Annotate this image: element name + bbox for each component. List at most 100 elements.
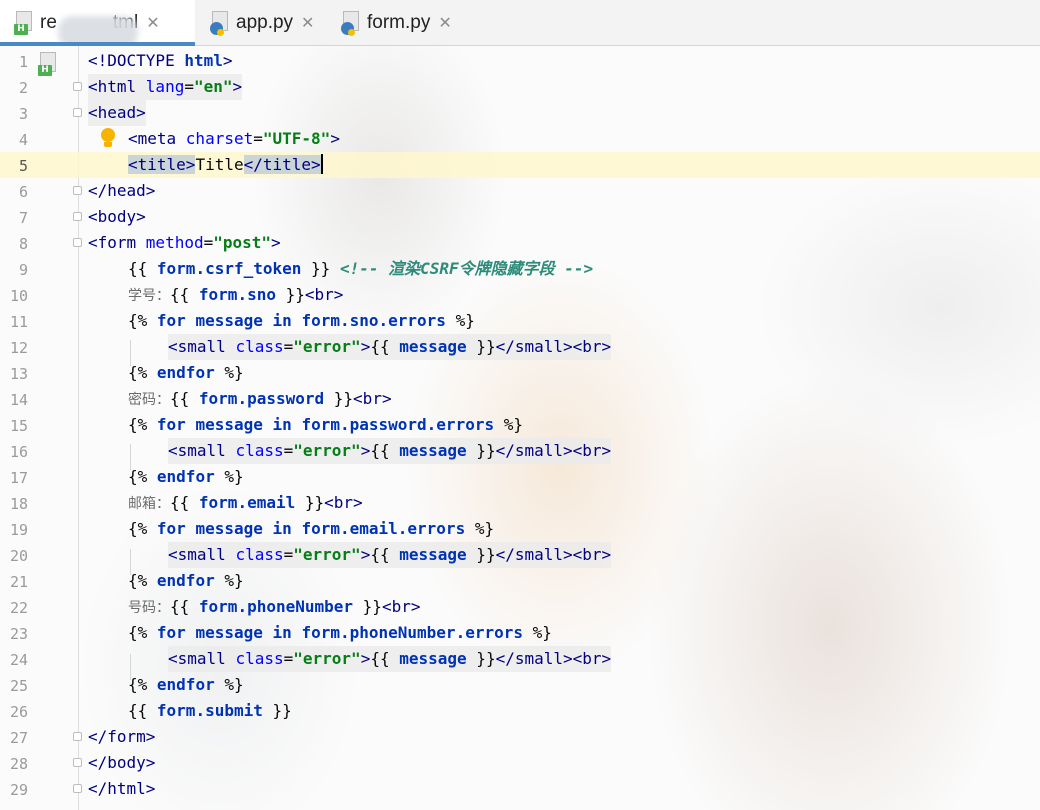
line-number: 11 [9, 313, 28, 331]
line-number: 29 [9, 781, 28, 799]
code-line[interactable]: 28 </body> [0, 750, 1040, 776]
code-line[interactable]: 2 <html lang="en"> [0, 74, 1040, 100]
code-text: 邮箱：{{ form.email }}<br> [128, 493, 363, 512]
code-text: <small class="error">{{ message }}</smal… [168, 438, 612, 464]
text-caret [320, 154, 323, 174]
line-number: 24 [9, 651, 28, 669]
html-file-icon: H [14, 10, 34, 35]
python-file-icon [210, 10, 230, 36]
code-line[interactable]: 23 {% for message in form.phoneNumber.er… [0, 620, 1040, 646]
code-text: <title>Title</title> [128, 154, 323, 174]
code-text: {% for message in form.sno.errors %} [128, 311, 475, 330]
code-line-current[interactable]: 5 <title>Title</title> [0, 152, 1040, 178]
code-line[interactable]: 21 {% endfor %} [0, 568, 1040, 594]
code-line[interactable]: 7 <body> [0, 204, 1040, 230]
code-text: <form method="post"> [88, 233, 281, 252]
code-text: <small class="error">{{ message }}</smal… [168, 334, 612, 360]
line-number: 9 [18, 261, 28, 279]
code-line[interactable]: 24 <small class="error">{{ message }}</s… [0, 646, 1040, 672]
code-text: {{ form.submit }} [128, 701, 292, 720]
code-text: 学号：{{ form.sno }}<br> [128, 285, 344, 304]
fold-marker-icon[interactable] [73, 108, 82, 117]
code-line[interactable]: 3 <head> [0, 100, 1040, 126]
line-number: 4 [18, 131, 28, 149]
tab-app-py[interactable]: app.py ✕ [196, 0, 326, 45]
code-line[interactable]: 15 {% for message in form.password.error… [0, 412, 1040, 438]
intention-bulb-icon[interactable] [100, 128, 116, 150]
code-editor[interactable]: 1 H <!DOCTYPE html> 2 <html lang="en"> 3… [0, 46, 1040, 810]
code-text: </html> [88, 779, 156, 798]
line-number: 16 [9, 443, 28, 461]
code-text: <meta charset="UTF-8"> [128, 129, 340, 148]
fold-marker-icon[interactable] [73, 186, 82, 195]
line-number: 28 [9, 755, 28, 773]
tab-close-icon[interactable]: ✕ [301, 13, 314, 32]
code-line[interactable]: 14 密码：{{ form.password }}<br> [0, 386, 1040, 412]
code-text: {% for message in form.phoneNumber.error… [128, 623, 552, 642]
code-line[interactable]: 10 学号：{{ form.sno }}<br> [0, 282, 1040, 308]
fold-marker-icon[interactable] [73, 732, 82, 741]
code-text: <head> [88, 100, 146, 126]
tab-label: form.py [367, 11, 431, 33]
code-line[interactable]: 13 {% endfor %} [0, 360, 1040, 386]
line-number: 25 [9, 677, 28, 695]
code-line[interactable]: 6 </head> [0, 178, 1040, 204]
code-line[interactable]: 8 <form method="post"> [0, 230, 1040, 256]
code-line[interactable]: 4 <meta charset="UTF-8"> [0, 126, 1040, 152]
code-text: </head> [88, 181, 156, 200]
code-text: {% endfor %} [128, 363, 244, 382]
code-line[interactable]: 26 {{ form.submit }} [0, 698, 1040, 724]
line-number: 1 [18, 53, 28, 71]
line-number: 18 [9, 495, 28, 513]
code-line[interactable]: 16 <small class="error">{{ message }}</s… [0, 438, 1040, 464]
code-line[interactable]: 29 </html> [0, 776, 1040, 802]
tab-form-py[interactable]: form.py ✕ [327, 0, 467, 45]
code-text: <body> [88, 207, 146, 226]
code-line[interactable]: 12 <small class="error">{{ message }}</s… [0, 334, 1040, 360]
editor-tab-bar: H retml ✕ app.py ✕ form.py ✕ [0, 0, 1040, 48]
code-line[interactable]: 9 {{ form.csrf_token }} <!-- 渲染CSRF令牌隐藏字… [0, 256, 1040, 282]
fold-marker-icon[interactable] [73, 238, 82, 247]
line-number: 21 [9, 573, 28, 591]
code-text: <!DOCTYPE html> [88, 51, 233, 70]
code-text: 密码：{{ form.password }}<br> [128, 389, 392, 408]
code-line[interactable]: 19 {% for message in form.email.errors %… [0, 516, 1040, 542]
code-line[interactable]: 25 {% endfor %} [0, 672, 1040, 698]
line-number: 12 [9, 339, 28, 357]
line-number: 20 [9, 547, 28, 565]
code-text: </body> [88, 753, 156, 772]
fold-marker-icon[interactable] [73, 758, 82, 767]
code-line[interactable]: 1 H <!DOCTYPE html> [0, 48, 1040, 76]
line-number: 6 [18, 183, 28, 201]
line-number: 14 [9, 391, 28, 409]
line-number: 2 [18, 79, 28, 97]
line-number: 17 [9, 469, 28, 487]
code-line[interactable]: 11 {% for message in form.sno.errors %} [0, 308, 1040, 334]
fold-marker-icon[interactable] [73, 212, 82, 221]
code-line[interactable]: 22 号码：{{ form.phoneNumber }}<br> [0, 594, 1040, 620]
line-number: 22 [9, 599, 28, 617]
code-line[interactable]: 20 <small class="error">{{ message }}</s… [0, 542, 1040, 568]
code-text: 号码：{{ form.phoneNumber }}<br> [128, 597, 421, 616]
code-text: <small class="error">{{ message }}</smal… [168, 542, 612, 568]
line-number: 7 [18, 209, 28, 227]
line-number: 10 [9, 287, 28, 305]
line-number: 23 [9, 625, 28, 643]
html-file-icon: H [38, 52, 58, 76]
tab-close-icon[interactable]: ✕ [438, 13, 451, 32]
tab-label: app.py [236, 11, 294, 33]
line-number: 27 [9, 729, 28, 747]
code-text: {{ form.csrf_token }} <!-- 渲染CSRF令牌隐藏字段 … [128, 259, 594, 278]
tab-close-icon[interactable]: ✕ [146, 13, 159, 32]
code-text: <small class="error">{{ message }}</smal… [168, 646, 612, 672]
code-line[interactable]: 18 邮箱：{{ form.email }}<br> [0, 490, 1040, 516]
code-line[interactable]: 27 </form> [0, 724, 1040, 750]
line-number: 19 [9, 521, 28, 539]
tab-register-html[interactable]: H retml ✕ [0, 0, 195, 48]
fold-marker-icon[interactable] [73, 82, 82, 91]
line-number: 3 [18, 105, 28, 123]
fold-marker-icon[interactable] [73, 784, 82, 793]
code-line[interactable]: 17 {% endfor %} [0, 464, 1040, 490]
line-number: 13 [9, 365, 28, 383]
code-text: </form> [88, 727, 156, 746]
